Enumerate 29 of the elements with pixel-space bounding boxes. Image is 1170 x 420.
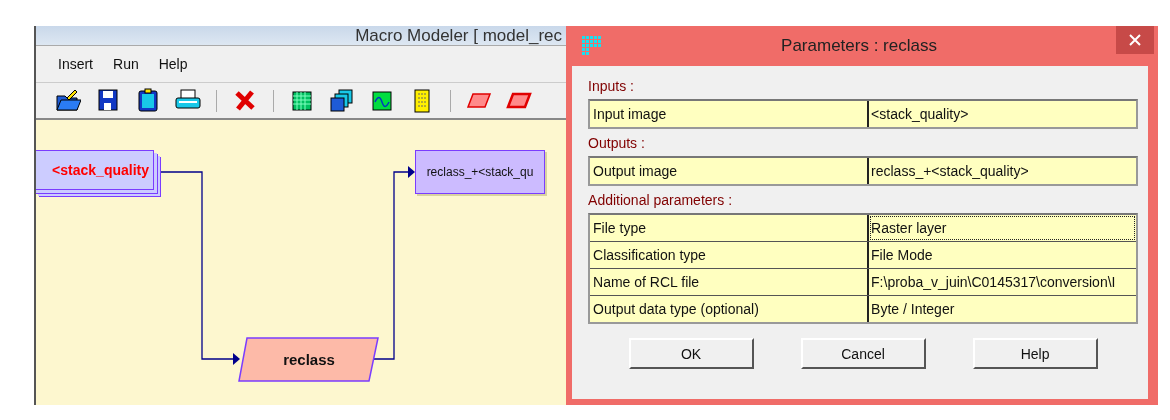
parameter-value[interactable]: F:\proba_v_juin\C0145317\conversion\I xyxy=(869,269,1136,295)
process-node[interactable]: reclass xyxy=(238,337,380,382)
parameter-value[interactable]: <stack_quality> xyxy=(869,101,1136,127)
menu-item[interactable]: Help xyxy=(158,54,188,74)
parameter-name: Output image xyxy=(590,158,870,184)
parameter-value[interactable]: File Mode xyxy=(869,242,1136,268)
parameter-value[interactable]: Byte / Integer xyxy=(869,296,1136,322)
close-icon xyxy=(1129,34,1141,46)
output-node[interactable]: reclass_+<stack_qu xyxy=(415,150,545,194)
close-button[interactable] xyxy=(1116,26,1154,54)
dialog-button[interactable]: Help xyxy=(972,338,1098,369)
open-folder-icon[interactable] xyxy=(55,87,81,114)
parameter-value[interactable]: Raster layer xyxy=(869,215,1136,241)
menu-item[interactable]: Run xyxy=(113,54,139,74)
window-title: Macro Modeler [ model_rec xyxy=(355,26,563,45)
parameter-value[interactable]: reclass_+<stack_quality> xyxy=(869,158,1136,184)
dialog-title: Parameters : reclass xyxy=(780,36,938,56)
app-icon xyxy=(582,36,603,56)
save-icon[interactable] xyxy=(95,87,121,114)
layers-icon[interactable] xyxy=(329,87,355,114)
section-heading: Inputs : xyxy=(588,78,635,96)
section-heading: Additional parameters : xyxy=(588,192,734,210)
dialog-button[interactable]: Cancel xyxy=(800,338,926,369)
menu-item[interactable]: Insert xyxy=(58,54,93,74)
parameter-name: Output data type (optional) xyxy=(590,296,870,322)
section-heading: Outputs : xyxy=(588,135,646,153)
dialog-button[interactable]: OK xyxy=(628,338,754,369)
clipboard-icon[interactable] xyxy=(135,87,161,114)
parameter-name: Input image xyxy=(590,101,870,127)
